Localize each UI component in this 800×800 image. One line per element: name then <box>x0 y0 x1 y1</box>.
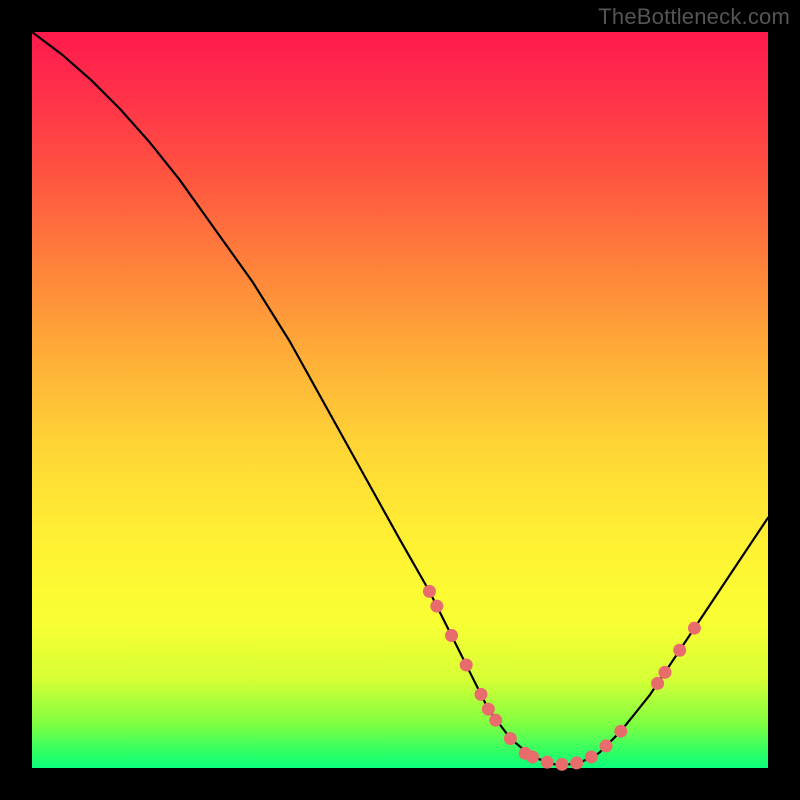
data-point <box>541 756 554 769</box>
data-point <box>423 585 436 598</box>
chart-frame: TheBottleneck.com <box>0 0 800 800</box>
bottleneck-curve <box>32 32 768 764</box>
data-point <box>651 677 664 690</box>
chart-svg <box>32 32 768 768</box>
data-point <box>482 703 495 716</box>
data-point <box>555 758 568 771</box>
data-point <box>460 658 473 671</box>
data-point <box>585 750 598 763</box>
data-point <box>600 739 613 752</box>
data-point <box>504 732 517 745</box>
data-point <box>673 644 686 657</box>
data-point <box>474 688 487 701</box>
data-point <box>489 714 502 727</box>
data-point <box>445 629 458 642</box>
plot-area <box>32 32 768 768</box>
data-point <box>430 600 443 613</box>
data-point <box>526 750 539 763</box>
data-markers <box>423 585 701 771</box>
data-point <box>614 725 627 738</box>
data-point <box>688 622 701 635</box>
data-point <box>658 666 671 679</box>
data-point <box>570 756 583 769</box>
watermark-text: TheBottleneck.com <box>598 4 790 30</box>
